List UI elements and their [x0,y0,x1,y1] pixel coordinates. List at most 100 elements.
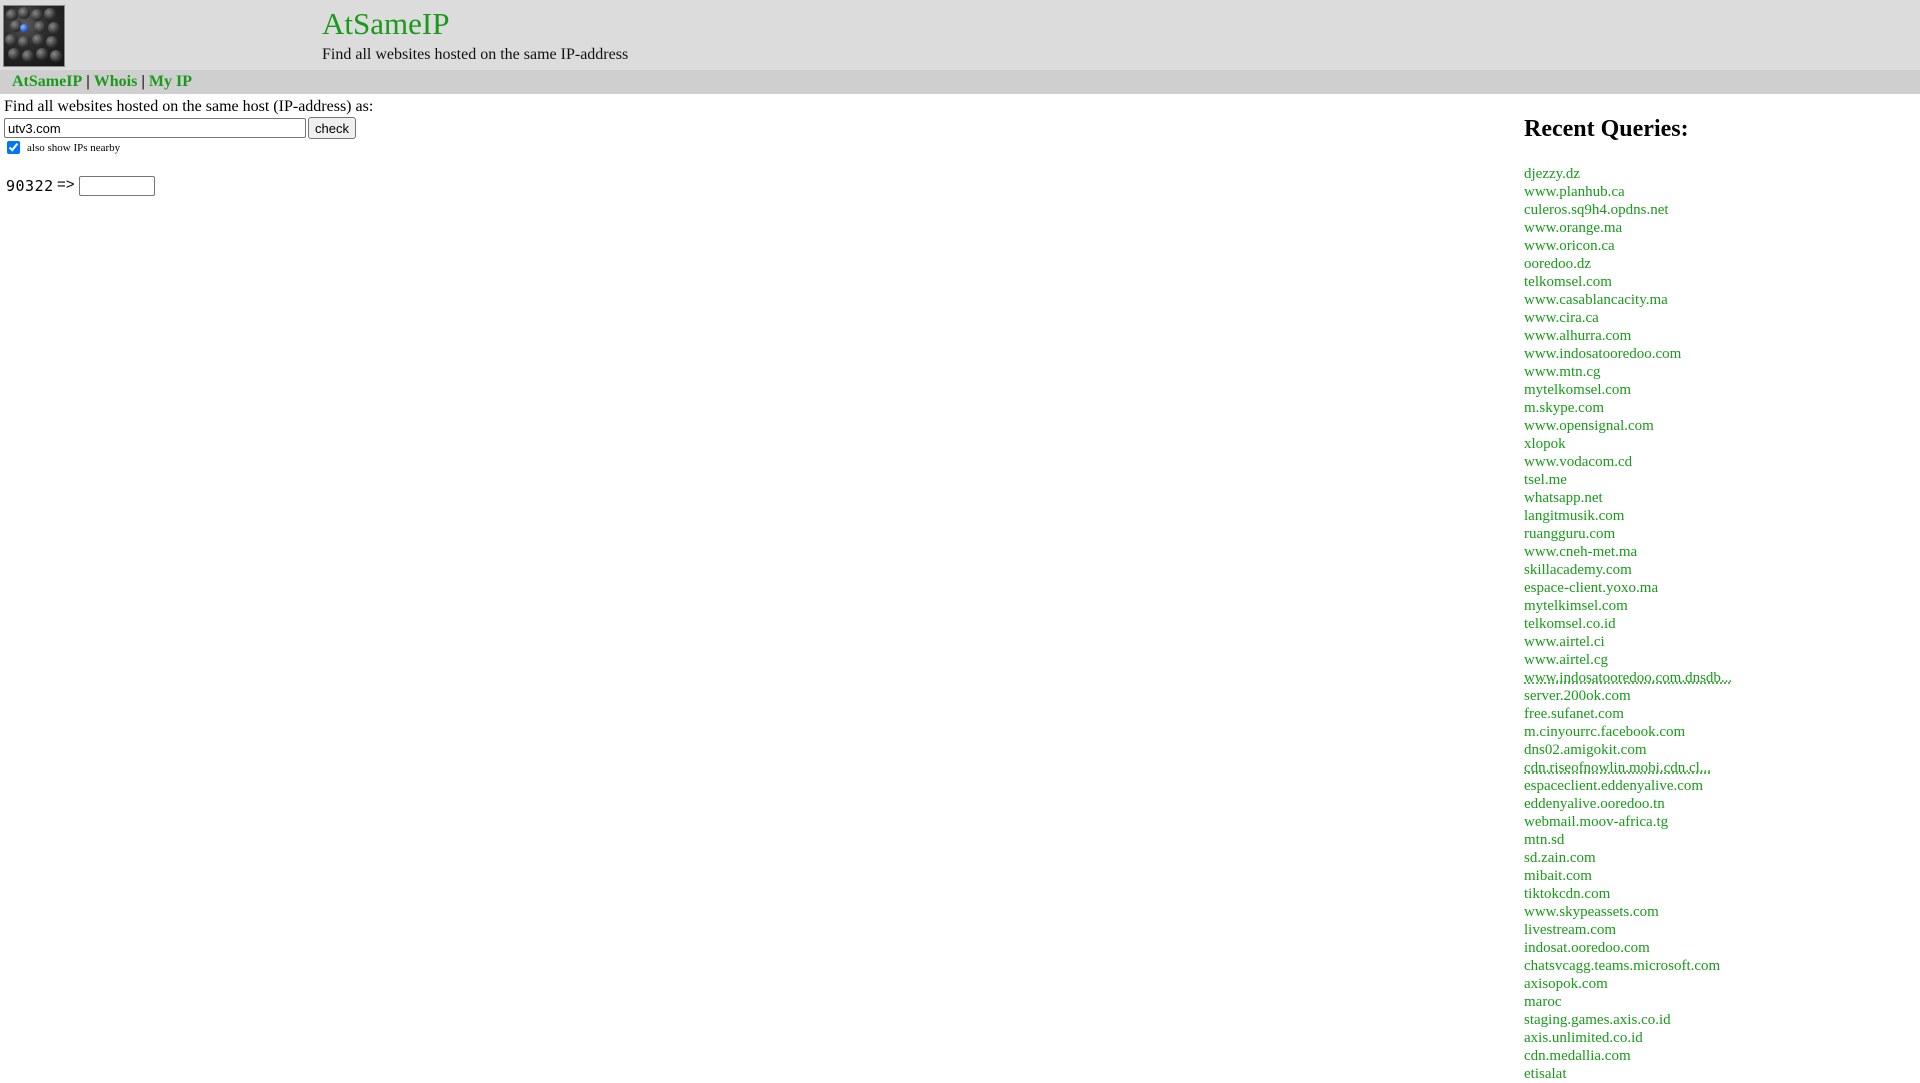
nav-separator: | [86,73,90,90]
recent-query-link[interactable]: espace-client.yoxo.ma [1524,580,1658,596]
recent-query-item: sd.zain.com [1524,849,1732,867]
recent-query-item: mtn.sd [1524,831,1732,849]
search-label: Find all websites hosted on the same hos… [4,98,374,115]
recent-query-item: www.cira.ca [1524,309,1732,327]
recent-query-item: djezzy.dz [1524,165,1732,183]
recent-query-link[interactable]: mibait.com [1524,868,1592,884]
recent-query-link[interactable]: mtn.sd [1524,832,1564,848]
recent-query-item: www.casablancacity.ma [1524,291,1732,309]
recent-query-item: espaceclient.eddenyalive.com [1524,777,1732,795]
recent-query-link[interactable]: www.cneh-met.ma [1524,544,1637,560]
recent-query-item: mytelkimsel.com [1524,597,1732,615]
recent-query-link[interactable]: dns02.amigokit.com [1524,742,1647,758]
logo-ball [36,48,48,60]
nav-link-my-ip[interactable]: My IP [149,73,192,90]
captcha-input[interactable] [79,176,155,196]
recent-query-item: www.indosatooredoo.com [1524,345,1732,363]
logo-ball [32,34,44,46]
recent-query-item: cdn.riseofnowlin.mobi.cdn.cl... [1524,759,1732,777]
site-logo[interactable] [3,5,65,67]
recent-query-link[interactable]: free.sufanet.com [1524,706,1624,722]
recent-queries-title: Recent Queries: [1524,116,1689,142]
recent-query-item: staging.games.axis.co.id [1524,1011,1732,1029]
recent-query-link[interactable]: www.mtn.cg [1524,364,1601,380]
nearby-label: also show IPs nearby [27,142,121,154]
recent-query-link[interactable]: m.cinyourrc.facebook.com [1524,724,1685,740]
nav-links: AtSameIP | Whois | My IP [12,70,192,94]
recent-queries-list: djezzy.dz www.planhub.ca culeros.sq9h4.opd… [1524,165,1732,1083]
recent-query-link[interactable]: www.airtel.cg [1524,652,1608,668]
recent-query-item: indosat.ooredoo.com [1524,939,1732,957]
recent-query-link[interactable]: livestream.com [1524,922,1616,938]
recent-query-link[interactable]: server.200ok.com [1524,688,1631,704]
nav-separator: | [141,73,145,90]
captcha-arrow: => [57,176,75,193]
recent-query-item: culeros.sq9h4.opdns.net [1524,201,1732,219]
nearby-checkbox[interactable] [7,141,20,154]
logo-ball [18,7,30,19]
recent-query-link[interactable]: www.indosatooredoo.com [1524,346,1681,362]
recent-query-link[interactable]: culeros.sq9h4.opdns.net [1524,202,1669,218]
recent-query-link[interactable]: www.vodacom.cd [1524,454,1632,470]
recent-query-link[interactable]: tiktokcdn.com [1524,886,1610,902]
recent-query-item: server.200ok.com [1524,687,1732,705]
recent-query-link[interactable]: telkomsel.com [1524,274,1612,290]
recent-query-link[interactable]: djezzy.dz [1524,166,1580,182]
recent-query-link[interactable]: espaceclient.eddenyalive.com [1524,778,1703,794]
recent-query-item: webmail.moov-africa.tg [1524,813,1732,831]
recent-query-link[interactable]: www.opensignal.com [1524,418,1654,434]
recent-query-item: m.skype.com [1524,399,1732,417]
logo-ball [22,50,34,62]
recent-query-link[interactable]: xlopok [1524,436,1566,452]
recent-query-link[interactable]: m.skype.com [1524,400,1604,416]
logo-ball [44,8,56,20]
recent-query-link[interactable]: axisopok.com [1524,976,1608,992]
recent-query-link[interactable]: www.airtel.ci [1524,634,1605,650]
recent-query-link[interactable]: www.indosatooredoo.com.dnsdb... [1524,670,1732,686]
recent-query-link[interactable]: skillacademy.com [1524,562,1632,578]
recent-query-link[interactable]: webmail.moov-africa.tg [1524,814,1668,830]
logo-ball [5,34,17,46]
recent-query-item: www.mtn.cg [1524,363,1732,381]
recent-query-link[interactable]: eddenyalive.ooredoo.tn [1524,796,1665,812]
site-title: AtSameIP [322,6,450,41]
recent-query-item: chatsvcagg.teams.microsoft.com [1524,957,1732,975]
recent-query-link[interactable]: mytelkomsel.com [1524,382,1631,398]
recent-query-link[interactable]: www.planhub.ca [1524,184,1625,200]
recent-query-link[interactable]: maroc [1524,994,1561,1010]
nav-link-atsameip[interactable]: AtSameIP [12,73,82,90]
logo-ball [46,36,58,48]
recent-query-link[interactable]: sd.zain.com [1524,850,1596,866]
recent-query-item: www.airtel.ci [1524,633,1732,651]
recent-query-link[interactable]: www.casablancacity.ma [1524,292,1668,308]
recent-query-link[interactable]: www.oricon.ca [1524,238,1615,254]
search-input[interactable] [4,118,306,138]
recent-query-link[interactable]: indosat.ooredoo.com [1524,940,1650,956]
logo-ball [34,21,46,33]
recent-query-link[interactable]: tsel.me [1524,472,1567,488]
recent-query-link[interactable]: ruangguru.com [1524,526,1615,542]
recent-query-link[interactable]: axis.unlimited.co.id [1524,1030,1643,1046]
recent-query-link[interactable]: chatsvcagg.teams.microsoft.com [1524,958,1720,974]
nav-link-whois[interactable]: Whois [94,73,138,90]
recent-query-link[interactable]: www.cira.ca [1524,310,1599,326]
recent-query-link[interactable]: cdn.medallia.com [1524,1048,1631,1064]
recent-query-link[interactable]: telkomsel.co.id [1524,616,1616,632]
recent-query-item: telkomsel.com [1524,273,1732,291]
recent-query-link[interactable]: www.skypeassets.com [1524,904,1659,920]
recent-query-link[interactable]: www.orange.ma [1524,220,1622,236]
recent-query-item: cdn.medallia.com [1524,1047,1732,1065]
site-header: AtSameIP Find all websites hosted on the… [0,0,1920,70]
recent-query-link[interactable]: mytelkimsel.com [1524,598,1628,614]
recent-query-link[interactable]: langitmusik.com [1524,508,1624,524]
recent-query-item: www.skypeassets.com [1524,903,1732,921]
recent-query-item: axisopok.com [1524,975,1732,993]
recent-query-link[interactable]: ooredoo.dz [1524,256,1591,272]
check-button[interactable]: check [308,117,356,139]
recent-query-link[interactable]: cdn.riseofnowlin.mobi.cdn.cl... [1524,760,1711,776]
recent-query-link[interactable]: whatsapp.net [1524,490,1603,506]
recent-query-item: www.orange.ma [1524,219,1732,237]
recent-query-item: tsel.me [1524,471,1732,489]
recent-query-link[interactable]: www.alhurra.com [1524,328,1631,344]
recent-query-link[interactable]: staging.games.axis.co.id [1524,1012,1671,1028]
